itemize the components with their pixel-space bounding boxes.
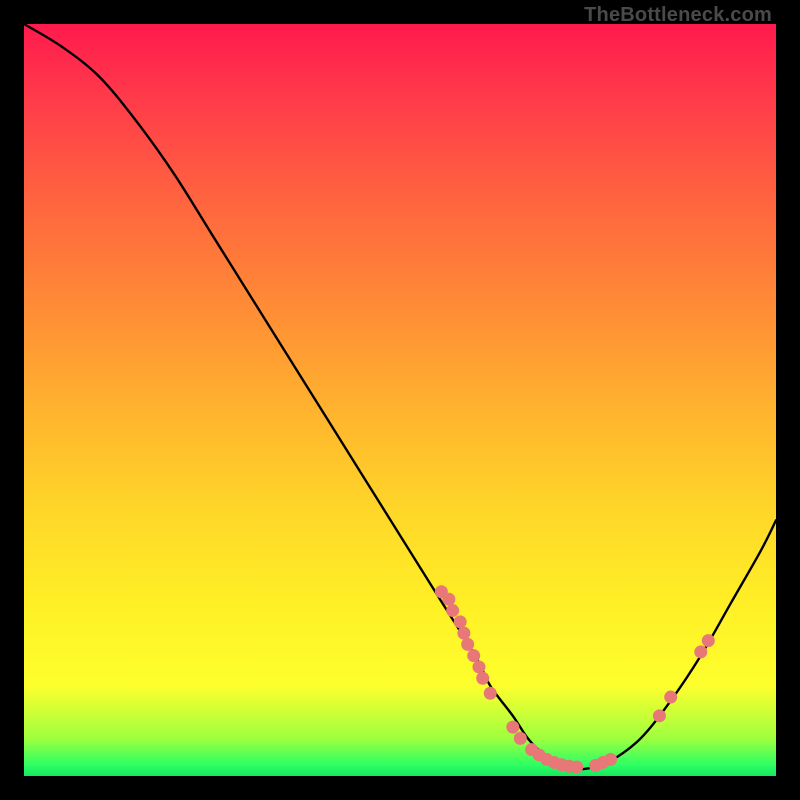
data-point-marker [454,615,467,628]
data-point-marker [476,672,489,685]
watermark-text: TheBottleneck.com [584,4,772,27]
chart-svg [24,24,776,776]
data-point-marker [461,638,474,651]
data-point-marker [570,760,583,773]
data-point-marker [604,753,617,766]
data-point-marker [446,604,459,617]
chart-curve [24,24,776,769]
chart-plot-area [24,24,776,776]
data-point-marker [467,649,480,662]
data-point-marker [664,691,677,704]
data-point-marker [484,687,497,700]
data-point-marker [702,634,715,647]
data-point-marker [653,709,666,722]
data-point-marker [506,721,519,734]
data-point-marker [514,732,527,745]
data-point-marker [442,593,455,606]
data-point-marker [472,660,485,673]
data-point-marker [457,627,470,640]
data-point-marker [694,645,707,658]
